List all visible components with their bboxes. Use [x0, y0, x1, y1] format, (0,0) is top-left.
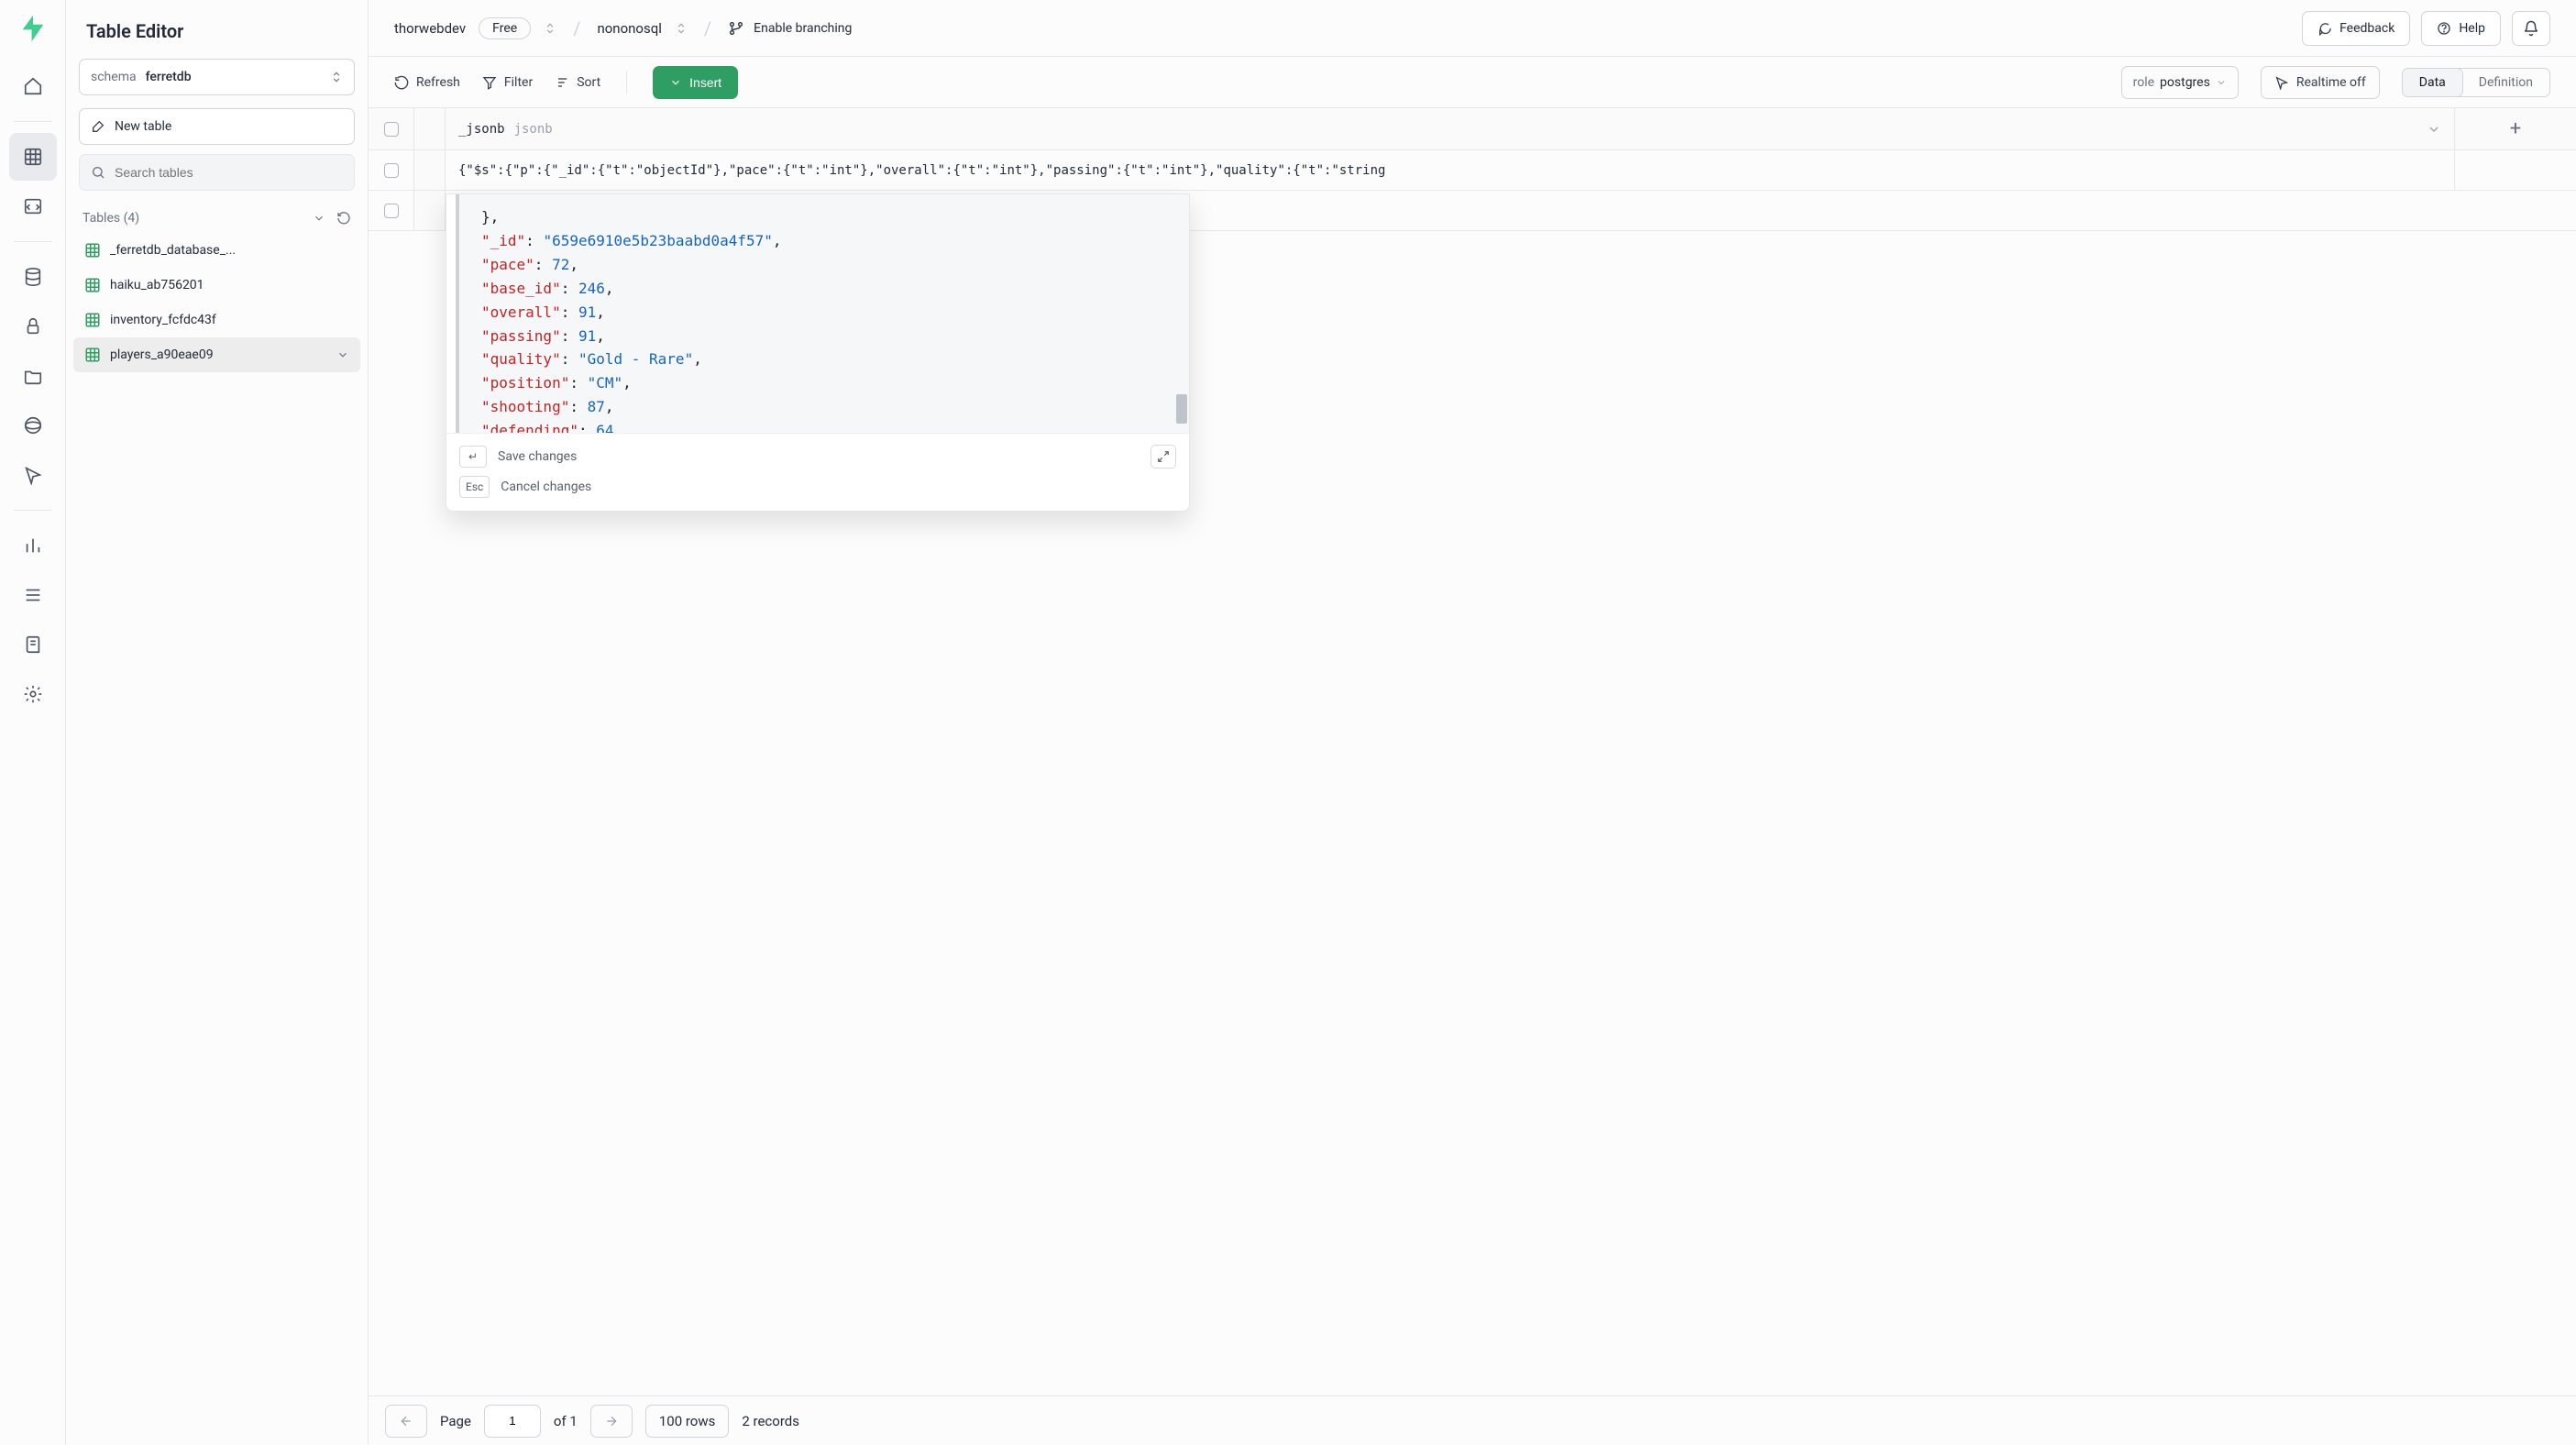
scrollbar-thumb[interactable]: [1176, 394, 1187, 424]
project-name[interactable]: nononosql: [597, 20, 661, 37]
table-name: _ferretdb_database_...: [110, 243, 236, 258]
realtime-toggle[interactable]: Realtime off: [2261, 66, 2380, 99]
supabase-logo[interactable]: [17, 13, 49, 44]
next-page-button[interactable]: [590, 1405, 633, 1438]
table-toolbar: Refresh Filter Sort Insert role postgres: [369, 57, 2576, 108]
sidebar-table-item[interactable]: _ferretdb_database_...: [73, 233, 360, 268]
chevron-down-icon[interactable]: [2427, 122, 2441, 137]
nav-rail: [0, 0, 66, 1445]
branching-label: Enable branching: [754, 21, 852, 36]
prev-page-button[interactable]: [385, 1405, 427, 1438]
new-table-label: New table: [115, 119, 171, 134]
save-changes-label[interactable]: Save changes: [498, 449, 577, 464]
bell-icon: [2523, 20, 2539, 37]
api-docs-icon[interactable]: [9, 621, 57, 668]
chevron-down-icon: [669, 76, 682, 89]
auth-icon[interactable]: [9, 303, 57, 350]
filter-button[interactable]: Filter: [482, 75, 533, 90]
sidebar: Table Editor schema ferretdb New table T…: [66, 0, 369, 1445]
chat-icon: [2317, 21, 2332, 36]
enable-branching-button[interactable]: Enable branching: [728, 20, 852, 37]
column-header-row: _jsonb jsonb +: [369, 108, 2576, 150]
chevron-down-icon: [2216, 77, 2227, 88]
edge-functions-icon[interactable]: [9, 402, 57, 449]
view-toggle: Data Definition: [2402, 68, 2550, 97]
notifications-button[interactable]: [2512, 11, 2550, 46]
page-label: Page: [440, 1413, 471, 1429]
record-count: 2 records: [742, 1413, 799, 1429]
column-header-jsonb[interactable]: _jsonb jsonb: [446, 108, 2455, 149]
edit-icon: [91, 119, 105, 134]
schema-value: ferretdb: [146, 70, 192, 84]
chevron-down-icon[interactable]: [336, 348, 349, 361]
enter-key-hint: ↵: [459, 446, 487, 468]
table-name: inventory_fcfdc43f: [110, 313, 216, 327]
sidebar-table-item[interactable]: players_a90eae09: [73, 337, 360, 372]
add-column-button[interactable]: +: [2455, 108, 2576, 149]
json-editor-popover: },"_id": "659e6910e5b23baabd0a4f57","pac…: [446, 193, 1190, 512]
table-row[interactable]: {"$s":{"p":{"_id":{"t":"objectId"},"pace…: [369, 150, 2576, 191]
project-switcher-icon[interactable]: [675, 21, 688, 36]
refresh-icon[interactable]: [336, 211, 351, 226]
table-icon: [84, 242, 101, 259]
sidebar-table-item[interactable]: haiku_ab756201: [73, 268, 360, 303]
definition-tab[interactable]: Definition: [2462, 69, 2549, 96]
select-all-checkbox[interactable]: [369, 108, 414, 149]
page-total: of 1: [554, 1413, 578, 1429]
row-checkbox[interactable]: [369, 191, 414, 230]
insert-button[interactable]: Insert: [653, 66, 738, 99]
feedback-button[interactable]: Feedback: [2302, 11, 2410, 46]
esc-key-hint: Esc: [459, 476, 490, 498]
settings-icon[interactable]: [9, 670, 57, 718]
branch-icon: [728, 20, 744, 37]
expand-icon[interactable]: [1150, 445, 1176, 469]
main: thorwebdev Free / nononosql / Enable bra…: [369, 0, 2576, 1445]
reports-icon[interactable]: [9, 522, 57, 569]
status-bar: Page of 1 100 rows 2 records: [369, 1395, 2576, 1445]
org-name[interactable]: thorwebdev: [394, 20, 466, 37]
row-checkbox[interactable]: [369, 150, 414, 190]
search-icon: [91, 165, 105, 180]
data-tab[interactable]: Data: [2402, 68, 2463, 97]
table-icon: [84, 312, 101, 328]
plan-badge: Free: [479, 17, 531, 39]
cell-value[interactable]: {"$s":{"p":{"_id":{"t":"objectId"},"pace…: [446, 150, 2455, 190]
help-button[interactable]: Help: [2421, 11, 2501, 46]
refresh-button[interactable]: Refresh: [394, 75, 460, 90]
cancel-changes-label[interactable]: Cancel changes: [501, 480, 591, 494]
table-editor-icon[interactable]: [9, 133, 57, 181]
storage-icon[interactable]: [9, 352, 57, 400]
page-input[interactable]: [484, 1405, 541, 1438]
sidebar-table-item[interactable]: inventory_fcfdc43f: [73, 303, 360, 337]
page-title: Table Editor: [66, 0, 368, 59]
home-icon[interactable]: [9, 62, 57, 110]
org-switcher-icon[interactable]: [544, 21, 556, 36]
chevron-updown-icon: [330, 70, 343, 84]
table-icon: [84, 347, 101, 363]
tables-count: Tables (4): [83, 211, 139, 226]
database-icon[interactable]: [9, 253, 57, 301]
search-tables[interactable]: [79, 154, 355, 191]
chevron-down-icon[interactable]: [313, 212, 325, 225]
rows-per-page[interactable]: 100 rows: [645, 1405, 730, 1438]
role-selector[interactable]: role postgres: [2121, 66, 2239, 99]
schema-selector[interactable]: schema ferretdb: [79, 59, 355, 95]
schema-label: schema: [91, 70, 137, 84]
new-table-button[interactable]: New table: [79, 108, 355, 145]
realtime-icon[interactable]: [9, 451, 57, 499]
table-name: haiku_ab756201: [110, 278, 204, 292]
json-code[interactable]: },"_id": "659e6910e5b23baabd0a4f57","pac…: [456, 194, 1189, 433]
table-name: players_a90eae09: [110, 347, 214, 362]
sql-editor-icon[interactable]: [9, 182, 57, 230]
sort-button[interactable]: Sort: [555, 75, 600, 90]
table-icon: [84, 277, 101, 293]
help-icon: [2437, 21, 2451, 36]
search-input[interactable]: [115, 165, 343, 180]
breadcrumb-bar: thorwebdev Free / nononosql / Enable bra…: [369, 0, 2576, 57]
logs-icon[interactable]: [9, 571, 57, 619]
